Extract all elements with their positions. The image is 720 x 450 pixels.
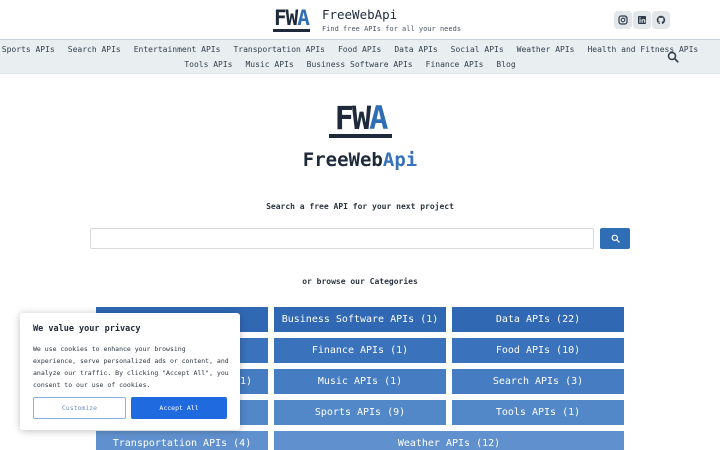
instagram-link[interactable] <box>614 11 632 29</box>
site-title[interactable]: FreeWebApi <box>322 7 461 22</box>
nav-item-finance-apis[interactable]: Finance APIs <box>426 60 484 69</box>
cookie-consent-dialog: We value your privacy We use cookies to … <box>20 313 240 430</box>
api-search-input[interactable] <box>90 228 594 249</box>
nav-item-weather-apis[interactable]: Weather APIs <box>517 45 575 54</box>
nav-item-blog[interactable]: Blog <box>496 60 515 69</box>
category-music-apis[interactable]: Music APIs (1) <box>274 369 446 394</box>
category-search-apis[interactable]: Search APIs (3) <box>452 369 624 394</box>
hero-title: FreeWebApi <box>0 149 720 171</box>
github-icon <box>656 15 666 24</box>
brand[interactable]: FWA FreeWebApi Find free APIs for all yo… <box>273 7 461 33</box>
category-weather-apis[interactable]: Weather APIs (12) <box>274 431 624 450</box>
brand-text: FreeWebApi Find free APIs for all your n… <box>322 7 461 33</box>
nav-item-entertainment-apis[interactable]: Entertainment APIs <box>134 45 221 54</box>
category-finance-apis[interactable]: Finance APIs (1) <box>274 338 446 363</box>
site-tagline: Find free APIs for all your needs <box>321 25 462 33</box>
accept-all-button[interactable]: Accept All <box>131 397 227 419</box>
cookie-buttons: Customize Accept All <box>33 397 227 419</box>
browse-label: or browse our Categories <box>302 277 418 286</box>
nav-item-health-fitness-apis[interactable]: Health and Fitness APIs <box>587 45 698 54</box>
linkedin-link[interactable] <box>633 11 651 29</box>
nav-item-transportation-apis[interactable]: Transportation APIs <box>233 45 325 54</box>
nav-item-social-apis[interactable]: Social APIs <box>451 45 504 54</box>
header-logo-suffix: A <box>297 6 310 30</box>
search-button[interactable] <box>600 228 630 249</box>
category-transportation-apis[interactable]: Transportation APIs (4) <box>96 431 268 450</box>
nav-item-data-apis[interactable]: Data APIs <box>394 45 437 54</box>
nav-item-music-apis[interactable]: Music APIs <box>245 60 293 69</box>
nav-row-1: Sports APIs Search APIs Entertainment AP… <box>0 45 700 54</box>
linkedin-icon <box>638 16 646 24</box>
nav-row-2: Tools APIs Music APIs Business Software … <box>0 60 700 69</box>
nav-item-food-apis[interactable]: Food APIs <box>338 45 381 54</box>
hero-logo-prefix: FW <box>334 99 372 137</box>
hero-logo-suffix: A <box>369 99 388 137</box>
nav-item-tools-apis[interactable]: Tools APIs <box>184 60 232 69</box>
hero-title-prefix: FreeWeb <box>302 149 383 171</box>
main-nav: Sports APIs Search APIs Entertainment AP… <box>0 40 720 74</box>
category-food-apis[interactable]: Food APIs (10) <box>452 338 624 363</box>
hero-title-suffix: Api <box>382 149 418 171</box>
github-link[interactable] <box>652 11 670 29</box>
site-header: FWA FreeWebApi Find free APIs for all yo… <box>0 0 720 40</box>
search-label: Search a free API for your next project <box>266 202 454 211</box>
category-business-software-apis[interactable]: Business Software APIs (1) <box>274 307 446 332</box>
nav-item-business-software-apis[interactable]: Business Software APIs <box>307 60 413 69</box>
category-tools-apis[interactable]: Tools APIs (1) <box>452 400 624 425</box>
header-logo-prefix: FW <box>274 6 298 30</box>
instagram-icon <box>618 15 628 25</box>
search-icon <box>611 234 620 243</box>
category-data-apis[interactable]: Data APIs (22) <box>452 307 624 332</box>
nav-item-sports-apis[interactable]: Sports APIs <box>2 45 55 54</box>
search-icon[interactable] <box>667 51 679 63</box>
cookie-title: We value your privacy <box>33 324 141 334</box>
hero-logo: FWA <box>329 102 392 138</box>
customize-button[interactable]: Customize <box>33 397 126 419</box>
header-logo[interactable]: FWA <box>273 7 310 32</box>
nav-item-search-apis[interactable]: Search APIs <box>68 45 121 54</box>
category-sports-apis[interactable]: Sports APIs (9) <box>274 400 446 425</box>
cookie-text: We use cookies to enhance your browsing … <box>33 345 229 389</box>
